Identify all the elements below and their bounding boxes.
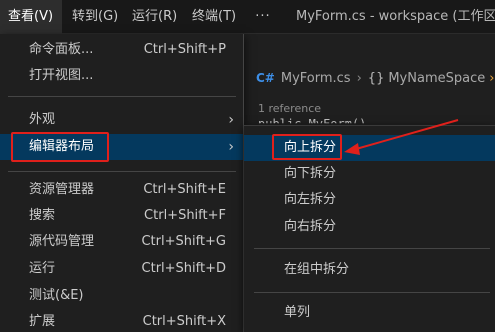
submenu-item-split-down[interactable]: 向下拆分 (244, 161, 495, 187)
menu-item-label: 搜索 (29, 208, 56, 223)
menu-more-icon[interactable]: ··· (248, 0, 278, 34)
annotation-highlight-editor-layout (11, 132, 109, 162)
menu-item-label: 命令面板... (29, 42, 94, 57)
submenu-item-label: 向左拆分 (284, 192, 337, 207)
menu-item-appearance[interactable]: 外观 › (0, 107, 243, 133)
menu-item-shortcut: Ctrl+Shift+E (143, 182, 226, 197)
menu-item-explorer[interactable]: 资源管理器 Ctrl+Shift+E (0, 177, 243, 203)
csharp-file-icon: C# (256, 71, 275, 85)
menu-separator (8, 96, 236, 97)
submenu-item-split-right[interactable]: 向右拆分 (244, 214, 495, 240)
breadcrumb-file[interactable]: MyForm.cs (281, 71, 351, 86)
menu-item-shortcut: Ctrl+Shift+X (142, 314, 226, 329)
menu-bar: 查看(V) 转到(G) 运行(R) 终端(T) ··· MyForm.cs - … (0, 0, 495, 34)
submenu-item-label: 在组中拆分 (284, 262, 350, 277)
submenu-item-split-left[interactable]: 向左拆分 (244, 187, 495, 213)
menu-item-open-view[interactable]: 打开视图... (0, 63, 243, 89)
menu-run[interactable]: 运行(R) (126, 0, 183, 34)
menu-item-command-palette[interactable]: 命令面板... Ctrl+Shift+P (0, 37, 243, 63)
menu-item-testing[interactable]: 测试(&E) (0, 283, 243, 309)
menu-goto[interactable]: 转到(G) (66, 0, 124, 34)
submenu-separator (254, 248, 490, 249)
codelens-references[interactable]: 1 reference (258, 102, 321, 115)
menu-item-label: 外观 (29, 112, 56, 127)
annotation-highlight-split-up (272, 134, 342, 160)
menu-item-label: 源代码管理 (29, 234, 95, 249)
menu-view[interactable]: 查看(V) (0, 0, 62, 34)
view-menu-dropdown: 命令面板... Ctrl+Shift+P 打开视图... 外观 › 编辑器布局 … (0, 34, 244, 332)
namespace-icon: {} (367, 71, 385, 86)
submenu-item-label: 向下拆分 (284, 166, 337, 181)
menu-item-shortcut: Ctrl+Shift+G (141, 234, 226, 249)
submenu-separator (254, 292, 490, 293)
breadcrumb-namespace[interactable]: MyNameSpace (388, 71, 485, 86)
breadcrumb-tail-icon: › (489, 71, 495, 86)
submenu-item-split-in-group[interactable]: 在组中拆分 (244, 257, 495, 283)
menu-item-shortcut: Ctrl+Shift+F (144, 208, 226, 223)
breadcrumb-separator: › (356, 71, 362, 86)
breadcrumb[interactable]: C# MyForm.cs › {} MyNameSpace › (256, 68, 494, 88)
menu-item-source-control[interactable]: 源代码管理 Ctrl+Shift+G (0, 229, 243, 255)
menu-item-label: 打开视图... (29, 68, 94, 83)
submenu-item-label: 单列 (284, 305, 311, 320)
window-title: MyForm.cs - workspace (工作区) - Vi (296, 9, 495, 24)
menu-separator (8, 171, 236, 172)
vscode-window: 查看(V) 转到(G) 运行(R) 终端(T) ··· MyForm.cs - … (0, 0, 495, 332)
submenu-item-label: 向右拆分 (284, 219, 337, 234)
chevron-right-icon: › (228, 139, 234, 155)
menu-terminal[interactable]: 终端(T) (186, 0, 242, 34)
menu-item-label: 测试(&E) (29, 288, 84, 303)
chevron-right-icon: › (228, 112, 234, 128)
submenu-item-single-column[interactable]: 单列 (244, 300, 495, 326)
menu-item-label: 资源管理器 (29, 182, 95, 197)
menu-item-shortcut: Ctrl+Shift+D (141, 261, 226, 276)
menu-item-shortcut: Ctrl+Shift+P (143, 42, 226, 57)
menu-item-run[interactable]: 运行 Ctrl+Shift+D (0, 256, 243, 282)
menu-item-extensions[interactable]: 扩展 Ctrl+Shift+X (0, 309, 243, 332)
menu-item-label: 运行 (29, 261, 56, 276)
menu-item-search[interactable]: 搜索 Ctrl+Shift+F (0, 203, 243, 229)
menu-item-label: 扩展 (29, 314, 56, 329)
